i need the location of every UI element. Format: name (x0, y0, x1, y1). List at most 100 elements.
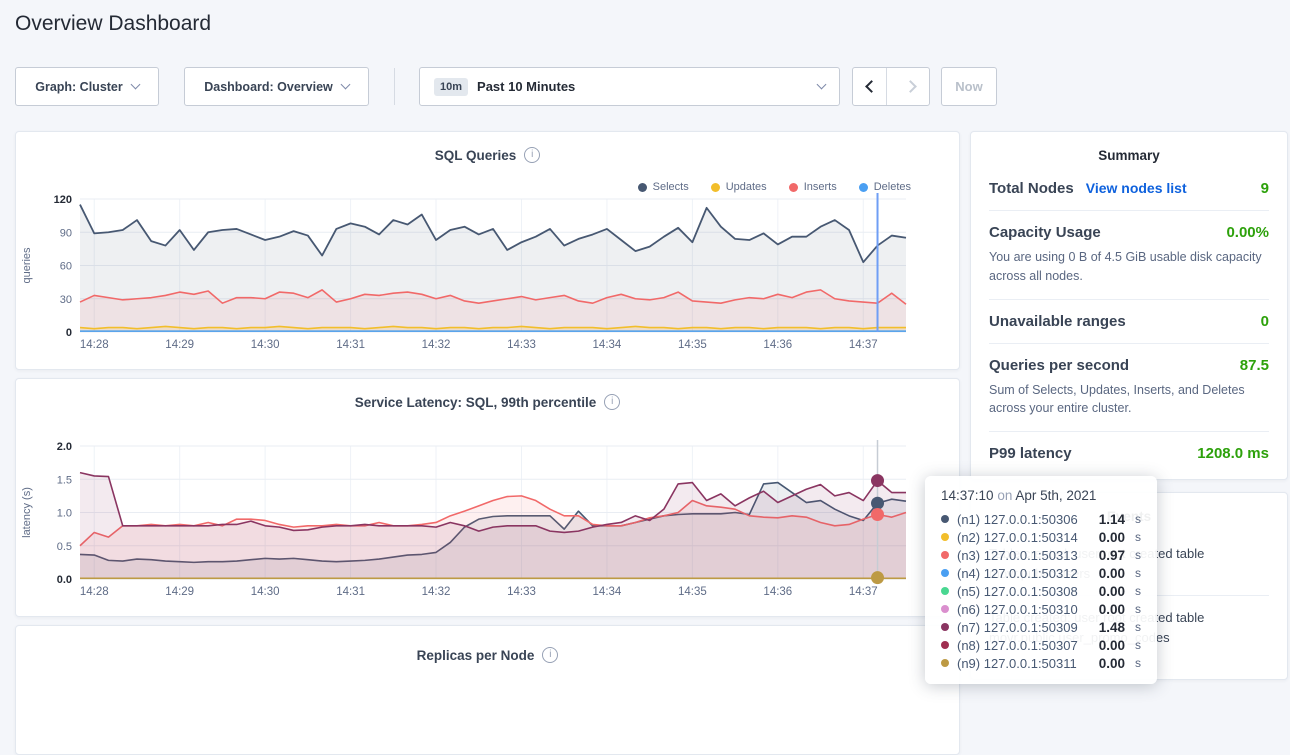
summary-description: Sum of Selects, Updates, Inserts, and De… (989, 381, 1269, 419)
hover-dot (871, 497, 884, 510)
summary-value: 0 (1261, 313, 1269, 330)
tooltip-node-label: (n5) 127.0.0.1:50308 (957, 584, 1078, 599)
summary-row-capacity-usage: Capacity Usage 0.00% You are using 0 B o… (989, 210, 1269, 299)
summary-value: 0.00% (1226, 224, 1269, 241)
x-axis-tick-label: 14:36 (763, 586, 792, 598)
summary-value: 9 (1261, 180, 1269, 197)
tooltip-rows: (n1) 127.0.0.1:503061.14s(n2) 127.0.0.1:… (941, 510, 1141, 672)
x-axis-tick-label: 14:31 (336, 586, 365, 598)
series-dot (941, 623, 949, 631)
summary-label: Capacity Usage (989, 224, 1101, 241)
page-title: Overview Dashboard (15, 12, 211, 36)
summary-value: 87.5 (1240, 357, 1269, 374)
info-icon[interactable]: i (542, 647, 558, 663)
x-axis-tick-label: 14:29 (165, 339, 194, 351)
tooltip-row: (n8) 127.0.0.1:503070.00s (941, 636, 1141, 654)
charts-column: SQL Queries i SelectsUpdatesInsertsDelet… (15, 131, 960, 755)
tooltip-unit: s (1135, 512, 1141, 526)
y-axis-tick-label: 0.5 (57, 541, 72, 553)
tooltip-date: Apr 5th, 2021 (1015, 488, 1096, 503)
chart-tooltip: 14:37:10 on Apr 5th, 2021 (n1) 127.0.0.1… (925, 476, 1157, 684)
chart-header: SQL Queries i (16, 132, 959, 163)
now-button[interactable]: Now (941, 67, 997, 106)
x-axis-tick-label: 14:33 (507, 339, 536, 351)
chart-title: Replicas per Node (417, 648, 535, 663)
series-dot (941, 533, 949, 541)
x-axis-tick-label: 14:28 (80, 339, 109, 351)
x-axis-tick-label: 14:34 (593, 339, 622, 351)
prev-time-button[interactable] (853, 68, 887, 105)
tooltip-unit: s (1135, 548, 1141, 562)
summary-row-p99-latency: P99 latency 1208.0 ms (989, 431, 1269, 475)
x-axis-tick-label: 14:35 (678, 339, 707, 351)
summary-row-total-nodes: Total Nodes View nodes list 9 (989, 167, 1269, 210)
chevron-left-icon (865, 80, 878, 93)
tooltip-row: (n4) 127.0.0.1:503120.00s (941, 564, 1141, 582)
dashboard-dropdown-label: Dashboard: Overview (204, 80, 333, 94)
graph-dropdown[interactable]: Graph: Cluster (15, 67, 159, 106)
view-nodes-list-link[interactable]: View nodes list (1086, 180, 1187, 196)
tooltip-value: 1.14 (1099, 512, 1125, 527)
tooltip-row: (n1) 127.0.0.1:50306 1.14 s (941, 510, 1141, 528)
y-axis-label: latency (s) (21, 487, 33, 538)
summary-value: 1208.0 ms (1197, 445, 1269, 462)
y-axis-tick-label: 120 (54, 194, 72, 206)
x-axis-tick-label: 14:31 (336, 339, 365, 351)
tooltip-node-label: (n7) 127.0.0.1:50309 (957, 620, 1078, 635)
series-dot (941, 659, 949, 667)
hover-dot (871, 508, 884, 521)
x-axis-tick-label: 14:33 (507, 586, 536, 598)
y-axis-tick-label: 0 (66, 327, 72, 339)
tooltip-unit: s (1135, 602, 1141, 616)
summary-panel: Summary Total Nodes View nodes list 9 Ca… (970, 131, 1288, 480)
x-axis-tick-label: 14:34 (593, 586, 622, 598)
tooltip-node-label: (n9) 127.0.0.1:50311 (957, 656, 1077, 671)
tooltip-value: 0.97 (1099, 548, 1125, 563)
dashboard-dropdown[interactable]: Dashboard: Overview (184, 67, 369, 106)
chart-header: Replicas per Node i (16, 626, 959, 663)
info-icon[interactable]: i (604, 394, 620, 410)
tooltip-unit: s (1135, 620, 1141, 634)
x-axis-tick-label: 14:36 (763, 339, 792, 351)
info-icon[interactable]: i (524, 147, 540, 163)
tooltip-node-label: (n8) 127.0.0.1:50307 (957, 638, 1078, 653)
service-latency-chart[interactable]: 14:2814:2914:3014:3114:3214:3314:3414:35… (16, 435, 957, 613)
tooltip-value: 0.00 (1099, 530, 1125, 545)
chevron-down-icon (817, 80, 827, 90)
tooltip-node-label: (n3) 127.0.0.1:50313 (957, 548, 1078, 563)
tooltip-node-label: (n1) 127.0.0.1:50306 (957, 512, 1078, 527)
toolbar-divider (394, 68, 395, 105)
tooltip-node-label: (n2) 127.0.0.1:50314 (957, 530, 1078, 545)
time-range-badge: 10m (434, 78, 468, 96)
y-axis-tick-label: 0.0 (57, 574, 72, 586)
chart-header: Service Latency: SQL, 99th percentile i (16, 379, 959, 410)
tooltip-unit: s (1135, 530, 1141, 544)
tooltip-row: (n3) 127.0.0.1:50313 0.97 s (941, 546, 1141, 564)
series-dot (941, 641, 949, 649)
summary-title: Summary (989, 132, 1269, 167)
x-axis-tick-label: 14:37 (849, 586, 878, 598)
sql-queries-chart[interactable]: 14:2814:2914:3014:3114:3214:3314:3414:35… (16, 188, 957, 366)
y-axis-tick-label: 1.0 (57, 508, 72, 520)
tooltip-node-label: (n4) 127.0.0.1:50312 (957, 566, 1078, 581)
time-range-picker[interactable]: 10m Past 10 Minutes (419, 67, 840, 106)
replicas-per-node-card: Replicas per Node i (15, 625, 960, 755)
summary-label: Unavailable ranges (989, 313, 1126, 330)
tooltip-unit: s (1135, 566, 1141, 580)
summary-label: P99 latency (989, 445, 1072, 462)
service-latency-card: Service Latency: SQL, 99th percentile i … (15, 378, 960, 617)
y-axis-tick-label: 90 (60, 227, 72, 239)
hover-dot (871, 474, 884, 487)
series-dot (941, 515, 949, 523)
y-axis-tick-label: 60 (60, 261, 72, 273)
tooltip-row: (n2) 127.0.0.1:50314 0.00 s (941, 528, 1141, 546)
next-time-button[interactable] (896, 68, 929, 105)
tooltip-value: 0.00 (1099, 638, 1125, 653)
tooltip-value: 0.00 (1099, 656, 1125, 671)
x-axis-tick-label: 14:29 (165, 586, 194, 598)
chart-title: Service Latency: SQL, 99th percentile (355, 395, 597, 410)
hover-dot (871, 571, 884, 584)
summary-row-unavailable-ranges: Unavailable ranges 0 (989, 299, 1269, 343)
chart-title: SQL Queries (435, 148, 517, 163)
tooltip-node-label: (n6) 127.0.0.1:50310 (957, 602, 1078, 617)
